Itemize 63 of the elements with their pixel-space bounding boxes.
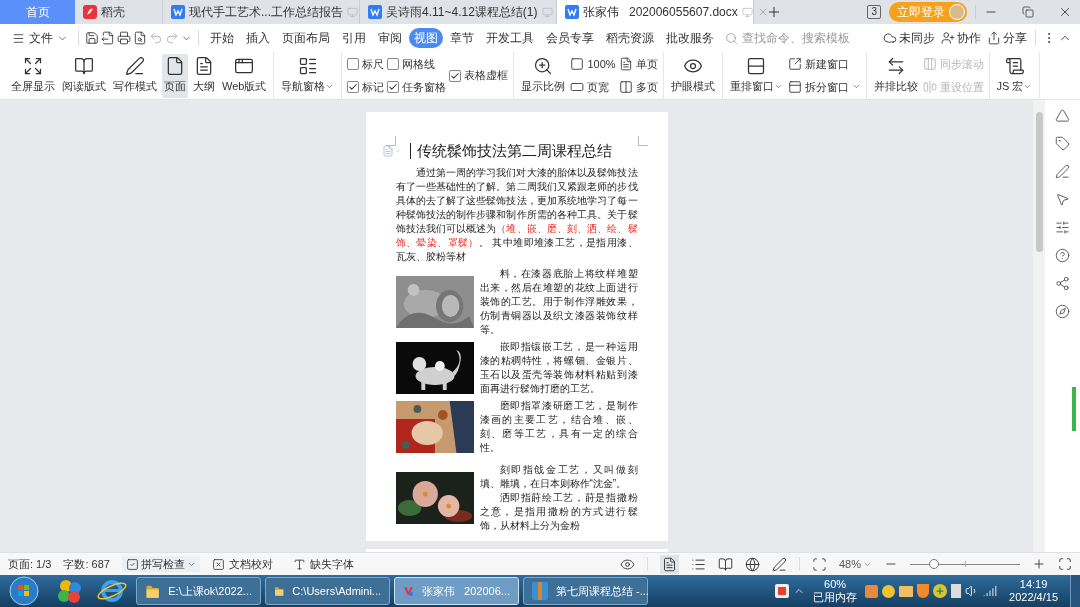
- menu-tab[interactable]: 开始: [205, 28, 239, 48]
- paragraph: 刻即指戗金工艺，又叫做刻填、雕填，在日本则称作“沈金”。: [479, 463, 638, 491]
- paragraph: 嵌即指镶嵌工艺，是一种运用漆的粘稠特性，将螺钿、金银片、玉石以及蛋壳等装饰材料粘贴到漆面再进行髹饰打磨的工艺。: [479, 340, 638, 396]
- word-count: 字数: 687: [63, 556, 110, 572]
- menu-tab[interactable]: 页面布局: [277, 28, 335, 48]
- ribbon-small-button[interactable]: 拆分窗口: [787, 78, 861, 95]
- paragraph: 通过第一周的学习我们对大漆的胎体以及髹饰技法有了一些基础性的了解。第二周我们又紧跟老师的步伐具体的去了解了这些髹饰技法，更加系统地学习了每一种髹饰技法的制作步骤和制作所需的各种工具。关于髹饰技法我们可以概述为（堆、嵌、磨、刻、洒、绘、髹饰、晕染、罩髹）。 其中堆即堆漆工艺，是指用漆、瓦灰、胶粉等材: [395, 166, 638, 264]
- ribbon-button[interactable]: 大纲: [191, 53, 217, 98]
- menu-action[interactable]: 未同步: [881, 29, 937, 47]
- search-field[interactable]: 查找命令、搜索模板: [742, 29, 862, 47]
- page-indicator: 页面: 1/3: [8, 556, 52, 572]
- zoom-dropdown[interactable]: 48%: [838, 555, 872, 573]
- missing-fonts-button[interactable]: 缺失字体: [292, 555, 354, 573]
- taskbar-window[interactable]: 第七周课程总结 -...: [523, 577, 648, 605]
- clock-date: 2022/4/15: [1009, 591, 1058, 604]
- ribbon-button[interactable]: 全屏显示: [9, 53, 57, 98]
- ribbon-button[interactable]: 重排窗口: [727, 53, 785, 98]
- tab-label: 稻壳: [101, 4, 125, 21]
- ribbon-button[interactable]: JS 宏: [994, 53, 1035, 98]
- checkbox-option[interactable]: 任务窗格: [387, 78, 447, 95]
- checkbox-option[interactable]: 网格线: [387, 56, 447, 73]
- checkbox-option[interactable]: 表格虚框: [449, 67, 509, 84]
- menu-tab[interactable]: 插入: [241, 28, 275, 48]
- ribbon-small-button[interactable]: 100%: [570, 56, 616, 73]
- file-menu[interactable]: 文件: [8, 29, 72, 47]
- spell-check-button[interactable]: 拼写检查: [121, 555, 200, 573]
- ribbon-small-button[interactable]: 新建窗口: [787, 56, 861, 73]
- ribbon-small-button[interactable]: 单页: [618, 56, 658, 73]
- document-title: 传统髹饰技法第二周课程总结: [416, 142, 612, 160]
- ribbon-button[interactable]: 并排比较: [871, 53, 920, 98]
- ribbon-button[interactable]: 写作模式: [111, 53, 159, 98]
- tab-label: 吴诗雨4.11~4.12课程总结(1): [386, 4, 538, 21]
- paragraph: 磨即指罩漆研磨工艺，是制作漆画的主要工艺，结合堆、嵌、刻、磨等工艺，具有一定的综合性。: [479, 399, 638, 455]
- menu-action[interactable]: 协作: [939, 29, 983, 47]
- menu-action[interactable]: 分享: [985, 29, 1029, 47]
- ribbon-button[interactable]: 护眼模式: [668, 53, 717, 98]
- taskbar-window[interactable]: C:\Users\Admini...: [265, 577, 390, 605]
- ribbon-button[interactable]: Web版式: [220, 53, 269, 98]
- ribbon-button[interactable]: 显示比例: [519, 53, 568, 98]
- tab-label: 张家伟 202006055607.docx: [583, 4, 738, 21]
- proofread-button[interactable]: 文档校对: [211, 555, 273, 573]
- menu-tab[interactable]: 审阅: [373, 28, 407, 48]
- ribbon-button[interactable]: 阅读版式: [60, 53, 108, 98]
- memory-percent: 60%: [824, 578, 847, 591]
- ribbon-small-button[interactable]: 页宽: [570, 78, 616, 95]
- menu-tab[interactable]: 开发工具: [481, 28, 539, 48]
- tab-label: 现代手工艺术...工作总结报告: [189, 4, 343, 21]
- checkbox-option[interactable]: 标记: [347, 78, 385, 95]
- window-count[interactable]: 3: [867, 5, 881, 19]
- paragraph: 料，在漆器底胎上将纹样堆塑出来，然后在堆塑的花纹上面进行装饰的工艺。用于制作浮雕效果，仿制青铜器以及织文漆器装饰纹样等。: [479, 267, 638, 337]
- menu-tab[interactable]: 稻壳资源: [601, 28, 659, 48]
- ribbon-button[interactable]: 导航窗格: [279, 53, 337, 98]
- menu-tab[interactable]: 引用: [337, 28, 371, 48]
- menu-tab[interactable]: 批改服务: [661, 28, 719, 48]
- ribbon-small-button[interactable]: 多页: [618, 78, 658, 95]
- ribbon-button[interactable]: 页面: [162, 53, 188, 98]
- menu-tab[interactable]: 会员专享: [541, 28, 599, 48]
- clock-time: 14:19: [1019, 578, 1048, 591]
- taskbar-window[interactable]: E:\上课ok\2022...: [136, 577, 261, 605]
- checkbox-option[interactable]: 标尺: [347, 56, 385, 73]
- memory-label: 已用内存: [813, 591, 858, 604]
- paragraph: 洒即指莳绘工艺，莳是指撒粉之意，是指用撒粉的方式进行髹饰，从材料上分为金粉: [479, 491, 638, 533]
- menu-tab[interactable]: 章节: [445, 28, 479, 48]
